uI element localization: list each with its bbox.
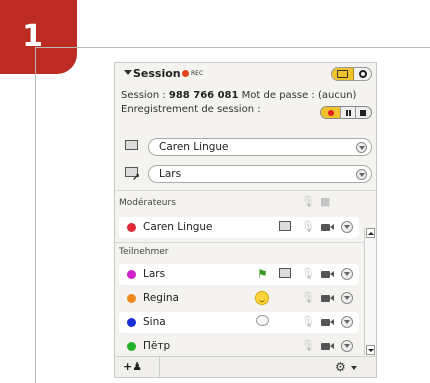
chevron-down-icon[interactable] <box>341 268 353 280</box>
screen-icon <box>125 140 138 150</box>
recording-label: Enregistrement de session : <box>121 104 261 115</box>
camera-icon[interactable] <box>321 343 334 350</box>
camera-icon[interactable] <box>321 295 334 302</box>
user-icon: ♟ <box>132 360 143 373</box>
screen-share-select-value: Caren Lingue <box>159 141 229 153</box>
record-camera-icon <box>337 70 348 78</box>
chevron-down-icon[interactable] <box>341 292 353 304</box>
participant-name: Lars <box>143 268 166 280</box>
participant-name: Пётр <box>143 340 171 352</box>
recording-controls <box>320 106 372 119</box>
add-label: + <box>123 360 133 373</box>
remote-control-icon: ➚ <box>125 167 141 183</box>
participant-name: Caren Lingue <box>143 221 213 233</box>
add-user-button[interactable]: +♟ <box>123 360 142 373</box>
section-divider <box>115 242 376 243</box>
mic-icon[interactable]: 🎙 <box>301 267 315 280</box>
record-button[interactable] <box>321 107 341 118</box>
session-number: 988 766 081 <box>168 90 239 101</box>
session-header[interactable]: Session REC <box>115 63 376 85</box>
password-label: Mot de passe : <box>241 90 315 101</box>
list-item[interactable]: Пётр 🎙 <box>119 336 359 357</box>
participant-name: Sina <box>143 316 166 328</box>
mic-icon[interactable]: 🎙 <box>301 339 315 352</box>
vertical-scrollbar[interactable] <box>364 228 376 355</box>
footer-divider <box>159 357 160 377</box>
session-info-line: Session : 988 766 081 Mot de passe : (au… <box>121 90 356 101</box>
rec-indicator-icon <box>182 70 189 77</box>
status-dot-icon <box>127 223 136 232</box>
smiley-icon <box>255 291 269 305</box>
list-item[interactable]: Sina 🎙 <box>119 312 359 333</box>
panel-footer: +♟ ⚙ <box>115 356 376 377</box>
remote-control-select-value: Lars <box>159 168 182 180</box>
mic-icon: 🎙 <box>301 195 315 208</box>
pause-button[interactable] <box>342 107 356 118</box>
flag-icon: ⚑ <box>257 267 268 281</box>
step-number: 1 <box>22 18 43 54</box>
step-number-badge: 1 <box>0 0 77 74</box>
status-dot-icon <box>127 270 136 279</box>
pause-icon <box>346 110 348 116</box>
mic-icon[interactable]: 🎙 <box>301 220 315 233</box>
password-value: (aucun) <box>317 90 357 101</box>
speech-bubble-icon <box>256 315 269 326</box>
rec-label: REC <box>191 70 204 77</box>
moderators-header: Modérateurs <box>119 198 176 208</box>
record-dot-icon <box>328 110 334 116</box>
chevron-down-icon[interactable] <box>341 316 353 328</box>
scroll-up-button[interactable] <box>366 228 375 238</box>
gear-icon[interactable]: ⚙ <box>335 360 346 374</box>
divider-horizontal <box>36 47 430 48</box>
screen-share-icon[interactable] <box>279 221 291 231</box>
section-divider <box>115 190 376 191</box>
record-off-icon[interactable] <box>359 70 367 78</box>
remote-control-icon[interactable] <box>279 268 291 278</box>
remote-control-select[interactable]: Lars <box>148 165 372 183</box>
screen-share-icon <box>125 140 140 153</box>
camera-icon[interactable] <box>321 319 334 326</box>
status-dot-icon <box>127 342 136 351</box>
chevron-down-icon[interactable] <box>351 366 357 370</box>
cursor-icon: ➚ <box>132 172 141 183</box>
session-label: Session : <box>121 90 166 101</box>
stop-icon <box>360 110 366 116</box>
screen-share-select[interactable]: Caren Lingue <box>148 138 372 156</box>
session-panel: Session REC Session : 988 766 081 Mot de… <box>114 62 377 378</box>
chevron-down-icon[interactable] <box>356 142 367 153</box>
mic-icon[interactable]: 🎙 <box>301 291 315 304</box>
mic-icon[interactable]: 🎙 <box>301 315 315 328</box>
record-toggle[interactable] <box>331 67 372 81</box>
camera-icon[interactable] <box>321 224 334 231</box>
camera-icon[interactable] <box>321 271 334 278</box>
session-title: Session <box>133 67 181 80</box>
camera-icon: ■ <box>320 195 331 208</box>
status-dot-icon <box>127 294 136 303</box>
divider-vertical <box>35 47 36 383</box>
chevron-down-icon[interactable] <box>341 340 353 352</box>
list-item[interactable]: Lars ⚑ 🎙 <box>119 264 359 285</box>
scroll-down-button[interactable] <box>366 345 375 355</box>
list-item[interactable]: Caren Lingue 🎙 <box>119 217 359 238</box>
status-dot-icon <box>127 318 136 327</box>
chevron-down-icon[interactable] <box>356 169 367 180</box>
participant-name: Regina <box>143 292 179 304</box>
record-on-segment[interactable] <box>332 68 354 80</box>
list-item[interactable]: Regina 🎙 <box>119 288 359 309</box>
participants-header: Teilnehmer <box>119 247 169 257</box>
chevron-down-icon[interactable] <box>341 221 353 233</box>
collapse-triangle-icon[interactable] <box>124 70 132 75</box>
